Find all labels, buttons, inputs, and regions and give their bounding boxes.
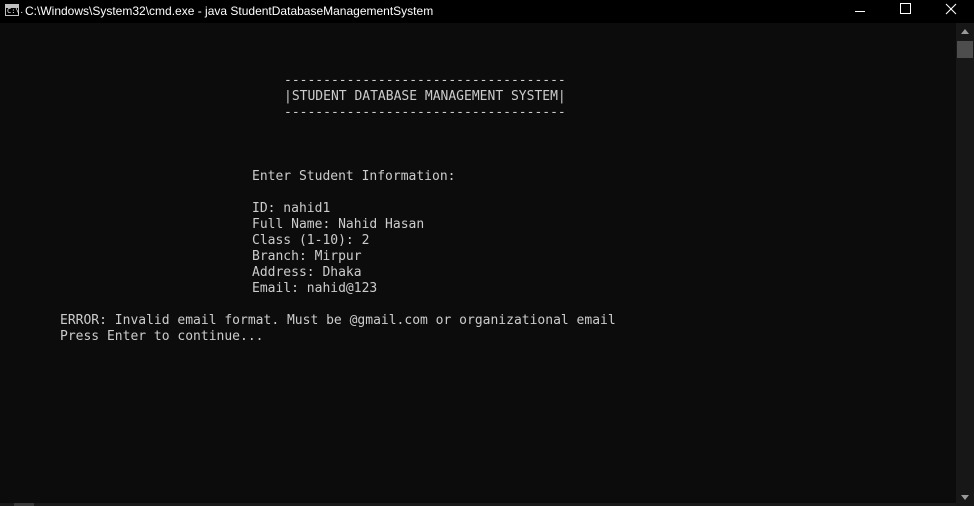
continue-prompt: Press Enter to continue...	[60, 329, 264, 344]
full-name-line: Full Name: Nahid Hasan	[252, 217, 425, 232]
window-title: C:\Windows\System32\cmd.exe - java Stude…	[25, 4, 434, 18]
banner-top-border: ------------------------------------	[284, 73, 566, 88]
cmd-window: C:\. C:\Windows\System32\cmd.exe - java …	[0, 0, 974, 506]
prompt-heading: Enter Student Information:	[252, 169, 456, 184]
vertical-scrollbar[interactable]	[956, 23, 974, 506]
banner-bottom-border: ------------------------------------	[284, 105, 566, 120]
scroll-up-button[interactable]	[956, 23, 974, 40]
scroll-down-arrow-icon	[961, 495, 969, 500]
scroll-thumb[interactable]	[957, 41, 973, 58]
banner-title: |STUDENT DATABASE MANAGEMENT SYSTEM|	[284, 89, 566, 104]
close-icon	[945, 3, 957, 15]
id-line: ID: nahid1	[252, 201, 331, 216]
error-message: ERROR: Invalid email format. Must be @gm…	[60, 313, 616, 328]
title-bar[interactable]: C:\. C:\Windows\System32\cmd.exe - java …	[0, 0, 974, 23]
address-line: Address: Dhaka	[252, 265, 362, 280]
scroll-down-button[interactable]	[956, 489, 974, 506]
branch-line: Branch: Mirpur	[252, 249, 362, 264]
cmd-icon-glyph: C:\.	[7, 7, 24, 15]
cmd-icon[interactable]: C:\.	[5, 4, 24, 16]
email-line: Email: nahid@123	[252, 281, 378, 296]
class-line: Class (1-10): 2	[252, 233, 370, 248]
maximize-icon	[900, 3, 911, 14]
minimize-button[interactable]	[837, 0, 883, 23]
maximize-button[interactable]	[882, 0, 928, 23]
close-button[interactable]	[928, 0, 974, 23]
console-output[interactable]: ------------------------------------ |ST…	[0, 23, 956, 506]
scroll-up-arrow-icon	[961, 29, 969, 34]
minimize-icon	[855, 11, 865, 12]
